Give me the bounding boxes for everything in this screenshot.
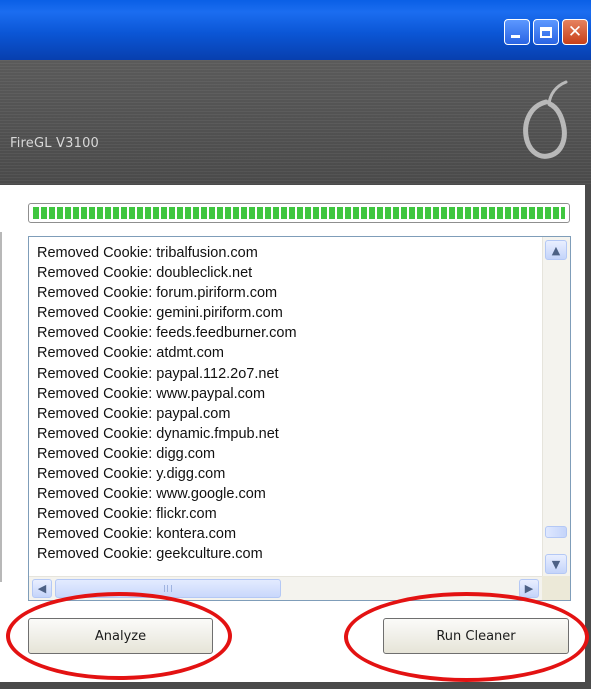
window-title-bar: ✕ xyxy=(0,0,591,60)
scroll-down-button[interactable]: ▼ xyxy=(545,554,567,574)
log-line: Removed Cookie: feeds.feedburner.com xyxy=(37,325,297,342)
log-line: Removed Cookie: atdmt.com xyxy=(37,345,224,362)
log-line: Removed Cookie: paypal.com xyxy=(37,405,231,422)
window-bottom-edge xyxy=(0,682,591,689)
left-divider xyxy=(0,232,2,582)
chevron-left-icon: ◀ xyxy=(37,582,47,595)
highlight-circle-run-cleaner xyxy=(344,592,589,682)
log-line: Removed Cookie: tribalfusion.com xyxy=(37,245,258,261)
results-log[interactable]: Removed Cookie: tribalfusion.com Removed … xyxy=(28,236,571,601)
app-header: FireGL V3100 xyxy=(0,60,591,185)
window-controls: ✕ xyxy=(504,19,588,45)
maximize-button[interactable] xyxy=(533,19,559,45)
minimize-icon xyxy=(511,35,520,38)
scroll-right-button[interactable]: ▶ xyxy=(519,579,539,598)
chevron-right-icon: ▶ xyxy=(524,582,534,595)
close-icon: ✕ xyxy=(567,21,583,42)
log-line: Removed Cookie: y.digg.com xyxy=(37,466,226,483)
grip-icon xyxy=(164,585,172,592)
scroll-left-button[interactable]: ◀ xyxy=(32,579,52,598)
log-line: Removed Cookie: dynamic.fmpub.net xyxy=(37,425,279,442)
log-line: Removed Cookie: www.paypal.com xyxy=(37,385,266,402)
progress-fill xyxy=(33,207,565,219)
log-line: Removed Cookie: geekculture.com xyxy=(37,546,263,563)
pear-logo-icon xyxy=(523,80,568,159)
chevron-up-icon: ▲ xyxy=(551,243,561,257)
log-line: Removed Cookie: kontera.com xyxy=(37,526,237,543)
log-line: Removed Cookie: forum.piriform.com xyxy=(37,285,278,302)
log-line: Removed Cookie: www.google.com xyxy=(37,486,266,503)
window-right-edge xyxy=(585,185,591,689)
maximize-icon xyxy=(540,26,552,38)
log-line: Removed Cookie: flickr.com xyxy=(37,506,217,523)
log-line: Removed Cookie: paypal.112.2o7.net xyxy=(37,365,279,382)
vertical-scrollbar[interactable]: ▲ ▼ xyxy=(542,237,570,577)
hardware-info: FireGL V3100 xyxy=(10,136,100,151)
highlight-circle-analyze xyxy=(6,592,232,680)
scroll-up-button[interactable]: ▲ xyxy=(545,240,567,260)
log-line: Removed Cookie: digg.com xyxy=(37,445,216,462)
log-line: Removed Cookie: gemini.piriform.com xyxy=(37,305,283,322)
scrollbar-corner xyxy=(542,576,570,600)
log-line: Removed Cookie: doubleclick.net xyxy=(37,265,253,282)
vertical-scroll-thumb[interactable] xyxy=(545,526,567,538)
close-button[interactable]: ✕ xyxy=(562,19,588,45)
minimize-button[interactable] xyxy=(504,19,530,45)
chevron-down-icon: ▼ xyxy=(551,557,561,571)
log-lines: Removed Cookie: tribalfusion.com Removed … xyxy=(37,243,542,573)
progress-bar xyxy=(28,203,570,223)
